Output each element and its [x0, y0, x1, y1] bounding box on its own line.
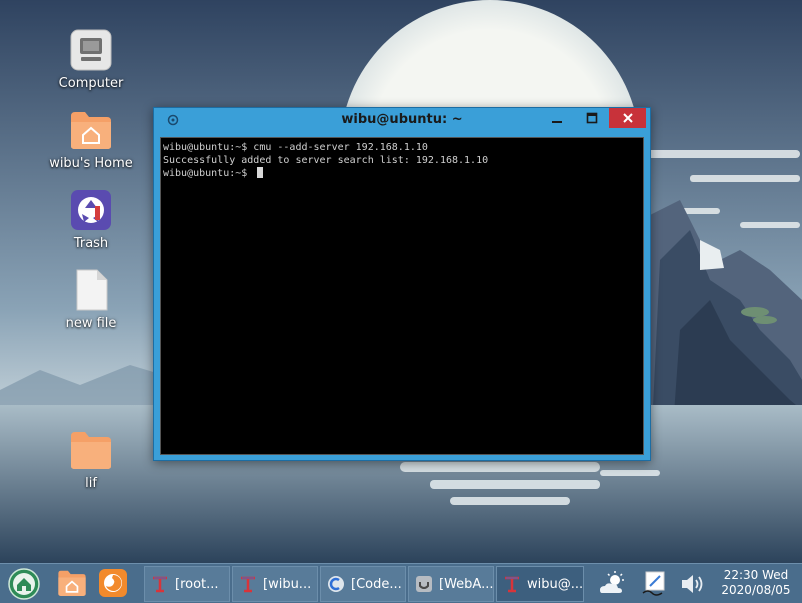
maximize-button[interactable]: [577, 108, 607, 128]
task-item-wibu-terminal[interactable]: [wibu...: [232, 566, 318, 602]
terminal-icon: [151, 575, 169, 593]
task-label: [WebA...: [439, 576, 494, 592]
clock-date: 2020/08/05: [721, 583, 791, 597]
webapp-icon: [415, 575, 433, 593]
terminal-prompt-line: wibu@ubuntu:~$: [163, 167, 641, 180]
desktop-icon-lif[interactable]: lif: [41, 428, 141, 491]
folder-icon: [69, 428, 113, 472]
home-folder-icon: [58, 570, 86, 596]
computer-icon: [69, 28, 113, 72]
taskbar: [root... [wibu... [Code... [WebA... wibu…: [0, 563, 802, 603]
volume-tray-button[interactable]: [678, 569, 708, 599]
firefox-icon: [99, 569, 127, 597]
terminal-prompt: wibu@ubuntu:~$: [163, 168, 254, 179]
home-start-icon: [8, 568, 40, 600]
close-icon: [622, 113, 633, 123]
task-label: [wibu...: [263, 576, 312, 592]
desktop-icon-trash[interactable]: Trash: [41, 188, 141, 251]
minimize-icon: [552, 121, 562, 123]
desktop-icon-label: wibu's Home: [49, 156, 133, 171]
terminal-output[interactable]: wibu@ubuntu:~$ cmu --add-server 192.168.…: [160, 137, 644, 455]
close-button[interactable]: [609, 108, 646, 128]
file-icon: [69, 268, 113, 312]
text-cursor: [257, 167, 264, 178]
maximize-icon: [586, 112, 598, 124]
pen-input-icon: [642, 571, 665, 596]
window-title: wibu@ubuntu: ~: [341, 112, 463, 127]
clock-time: 22:30 Wed: [723, 568, 789, 582]
codeblocks-icon: [327, 575, 345, 593]
desktop-icon-label: new file: [65, 316, 117, 331]
task-item-active-terminal[interactable]: wibu@...: [496, 566, 584, 602]
terminal-icon: [503, 575, 521, 593]
task-item-codeblocks[interactable]: [Code...: [320, 566, 406, 602]
window-titlebar[interactable]: wibu@ubuntu: ~: [154, 108, 650, 132]
firefox-launcher[interactable]: [98, 568, 130, 600]
file-manager-launcher[interactable]: [57, 568, 89, 600]
start-menu-button[interactable]: [8, 568, 40, 600]
input-method-tray-button[interactable]: [640, 569, 670, 599]
trash-icon: [69, 188, 113, 232]
terminal-line: wibu@ubuntu:~$ cmu --add-server 192.168.…: [163, 142, 428, 153]
home-folder-icon: [69, 108, 113, 152]
clock[interactable]: 22:30 Wed 2020/08/05: [712, 568, 800, 598]
weather-tray-button[interactable]: [597, 569, 627, 599]
desktop-icon-label: lif: [85, 476, 97, 491]
terminal-icon: [239, 575, 257, 593]
task-item-webapp[interactable]: [WebA...: [408, 566, 494, 602]
terminal-window[interactable]: wibu@ubuntu: ~ wibu@ubuntu:~$ cmu --add-…: [153, 107, 651, 461]
minimize-button[interactable]: [542, 108, 572, 128]
volume-icon: [682, 575, 703, 593]
desktop-icon-new-file[interactable]: new file: [41, 268, 141, 331]
task-label: wibu@...: [527, 576, 584, 592]
desktop-icon-home[interactable]: wibu's Home: [41, 108, 141, 171]
terminal-line: Successfully added to server search list…: [163, 155, 489, 166]
task-item-root-terminal[interactable]: [root...: [144, 566, 230, 602]
weather-icon: [600, 571, 624, 593]
desktop-icon-label: Computer: [58, 76, 124, 91]
task-label: [Code...: [351, 576, 402, 592]
desktop-icon-computer[interactable]: Computer: [41, 28, 141, 91]
task-label: [root...: [175, 576, 219, 592]
desktop-icon-label: Trash: [73, 236, 109, 251]
